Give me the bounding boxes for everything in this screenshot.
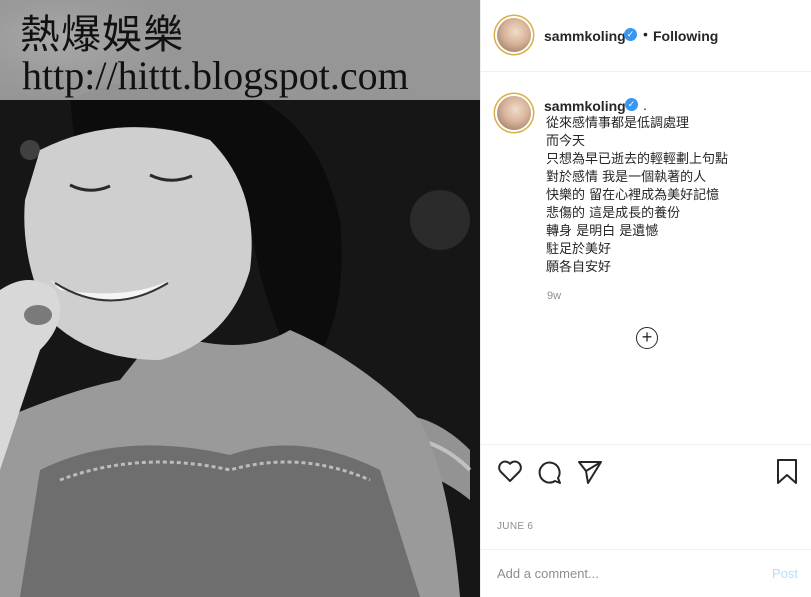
caption-line: 轉身 是明白 是遺憾 [546,224,659,239]
caption-avatar[interactable] [497,96,531,130]
caption-line: 對於感情 我是一個執著的人 [546,170,707,185]
watermark-url: http://hittt.blogspot.com [22,53,409,98]
bookmark-icon[interactable] [776,458,798,486]
action-bar [481,444,811,504]
comment-bar: Post [481,549,811,597]
caption-age[interactable]: 9w [547,290,561,302]
caption-trailing: . [643,97,647,113]
post-side-panel: sammkoling ✓ • Following sammkoling ✓ . … [480,0,811,597]
author-username[interactable]: sammkoling [544,28,626,44]
caption-text: 從來感情事都是低調處理 而今天 只想為早已逝去的輕輕劃上句點 對於感情 我是一個… [546,115,796,277]
post-photo[interactable]: 熱爆娛樂 http://hittt.blogspot.com [0,0,480,597]
caption-username[interactable]: sammkoling [544,98,626,114]
caption-line: 只想為早已逝去的輕輕劃上句點 [546,152,729,167]
paper-plane-icon[interactable] [577,459,603,485]
verified-badge-icon: ✓ [624,28,637,41]
caption-line: 願各自安好 [546,260,612,275]
following-button[interactable]: Following [653,28,718,44]
watermark-banner: 熱爆娛樂 http://hittt.blogspot.com [0,0,480,100]
heart-icon[interactable] [497,459,523,483]
post-comment-button[interactable]: Post [772,566,798,581]
post-header: sammkoling ✓ • Following [481,0,811,72]
post-date[interactable]: JUNE 6 [497,521,533,532]
plus-circle-icon[interactable]: + [636,327,658,349]
comment-icon[interactable] [536,459,562,485]
caption-verified-badge-icon: ✓ [625,98,638,111]
author-avatar[interactable] [497,18,531,52]
comment-input[interactable] [497,566,747,581]
header-separator: • [643,26,648,42]
caption-line: 悲傷的 這是成長的養份 [546,206,681,221]
caption-line: 而今天 [546,134,586,149]
caption-line: 駐足於美好 [546,242,612,257]
caption-line: 快樂的 留在心裡成為美好記憶 [546,188,720,203]
caption-line: 從來感情事都是低調處理 [546,116,690,131]
